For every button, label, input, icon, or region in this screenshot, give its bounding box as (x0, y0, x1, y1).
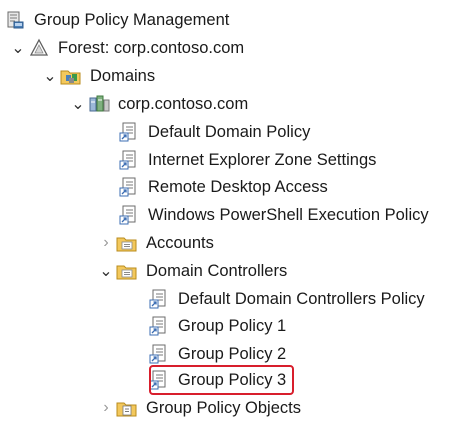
gpo-link-icon (118, 176, 140, 198)
domain-label: corp.contoso.com (118, 94, 249, 113)
tree-node-gpo-link[interactable]: Group Policy 2 (148, 340, 288, 367)
tree-node-gpo-link[interactable]: Default Domain Controllers Policy (148, 285, 427, 312)
domain-controllers-label: Domain Controllers (146, 261, 288, 280)
gpo-link-label: Remote Desktop Access (148, 177, 328, 196)
ou-folder-icon (116, 260, 138, 282)
ou-folder-icon (116, 232, 138, 254)
gpo-link-icon (148, 343, 170, 365)
tree-node-gpo-link-selected[interactable]: Group Policy 3 (148, 365, 295, 395)
gpm-console-icon (4, 9, 26, 31)
gpo-link-icon (118, 121, 140, 143)
gpm-root-label: Group Policy Management (34, 10, 230, 29)
gpo-link-label: Group Policy 1 (178, 316, 287, 335)
tree-node-gpo-link[interactable]: Internet Explorer Zone Settings (118, 146, 378, 173)
chevron-right-icon[interactable]: › (96, 229, 116, 256)
gpo-link-label: Group Policy 2 (178, 344, 287, 363)
domains-label: Domains (90, 66, 156, 85)
domains-folder-icon (60, 65, 82, 87)
chevron-down-icon[interactable]: ⌄ (68, 90, 88, 117)
tree-node-domain[interactable]: ⌄ corp.contoso.com (68, 90, 250, 117)
forest-icon (28, 37, 50, 59)
domain-icon (88, 93, 110, 115)
tree-node-gpm-root[interactable]: Group Policy Management (4, 6, 231, 33)
accounts-label: Accounts (146, 233, 214, 252)
tree-node-domains[interactable]: ⌄ Domains (40, 62, 157, 89)
gpo-link-label: Internet Explorer Zone Settings (148, 150, 377, 169)
chevron-down-icon[interactable]: ⌄ (96, 257, 116, 284)
chevron-down-icon[interactable]: ⌄ (40, 62, 60, 89)
gpo-link-icon (148, 315, 170, 337)
gpo-link-label: Default Domain Controllers Policy (178, 289, 425, 308)
tree-node-gpo-link[interactable]: Group Policy 1 (148, 312, 288, 339)
group-policy-objects-label: Group Policy Objects (146, 398, 301, 417)
gpo-link-label: Group Policy 3 (178, 371, 287, 389)
gpo-link-icon (118, 149, 140, 171)
tree-node-forest[interactable]: ⌄ Forest: corp.contoso.com (8, 34, 246, 61)
tree-node-gpo-link[interactable]: Default Domain Policy (118, 118, 312, 145)
gpo-link-label: Windows PowerShell Execution Policy (148, 205, 429, 224)
tree-node-gpo-link[interactable]: Remote Desktop Access (118, 173, 330, 200)
gpo-link-icon (118, 204, 140, 226)
tree-node-gpo-link[interactable]: Windows PowerShell Execution Policy (118, 201, 431, 228)
tree-node-accounts[interactable]: › Accounts (96, 229, 216, 256)
forest-label: Forest: corp.contoso.com (58, 38, 245, 57)
gpo-link-icon (148, 369, 170, 391)
chevron-down-icon[interactable]: ⌄ (8, 34, 28, 61)
tree-node-domain-controllers[interactable]: ⌄ Domain Controllers (96, 257, 289, 284)
gpo-link-label: Default Domain Policy (148, 122, 311, 141)
gpo-link-icon (148, 288, 170, 310)
gpm-tree-view: Group Policy Management ⌄ Forest: corp.c… (0, 0, 464, 417)
gpo-container-icon (116, 397, 138, 419)
